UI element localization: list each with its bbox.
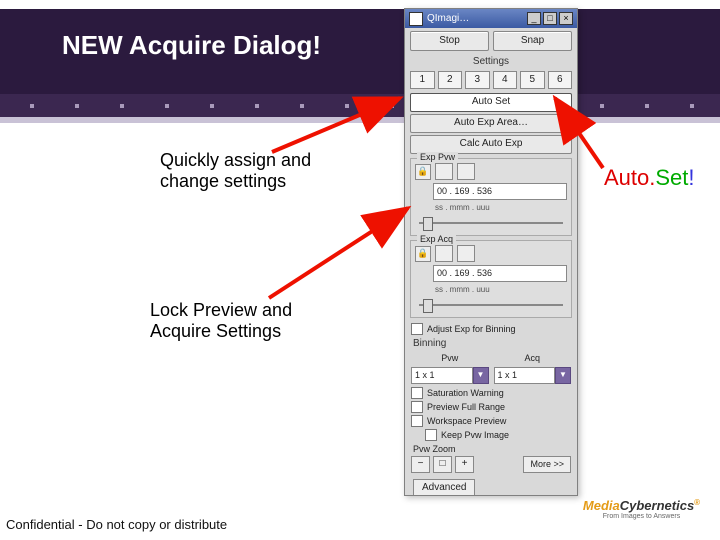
workspace-preview-checkbox[interactable]: Workspace Preview (405, 414, 577, 428)
lock-icon[interactable]: 🔒 (415, 246, 431, 262)
preset-3[interactable]: 3 (465, 71, 490, 89)
arrow-to-lock (269, 208, 408, 298)
exp-pvw-btn2[interactable] (457, 163, 475, 180)
binning-pvw-value: 1 x 1 (411, 367, 473, 384)
logo-text: MediaCybernetics® (579, 498, 704, 513)
exp-acquire-group: Exp Acq 🔒 00 . 169 . 536 ss . mmm . uuu (410, 240, 572, 318)
callout-autoset: Auto.Set! (604, 165, 695, 191)
pvw-label: Pvw (411, 353, 489, 363)
autoset-part1: Auto. (604, 165, 655, 190)
binning-labels-row: Pvw Acq (405, 351, 577, 365)
preset-1[interactable]: 1 (410, 71, 435, 89)
pvw-zoom-label: Pvw Zoom (405, 442, 577, 454)
saturation-warning-checkbox[interactable]: Saturation Warning (405, 386, 577, 400)
preset-buttons-row: 1 2 3 4 5 6 (405, 69, 577, 91)
zoom-out-button[interactable]: − (411, 456, 430, 473)
dialog-title: QImagi… (427, 13, 469, 24)
dialog-titlebar[interactable]: QImagi… _ □ × (405, 9, 577, 28)
exp-acq-btn1[interactable] (435, 245, 453, 262)
logo-tagline: From Images to Answers (579, 513, 704, 520)
exp-acq-time[interactable]: 00 . 169 . 536 (433, 265, 567, 282)
logo-cyber: Cybernetics (620, 498, 694, 513)
exp-acq-label: Exp Acq (417, 234, 456, 244)
keep-pvw-image-checkbox[interactable]: Keep Pvw Image (405, 428, 577, 442)
prev-full-label: Preview Full Range (427, 402, 505, 412)
snap-button[interactable]: Snap (493, 31, 572, 51)
sat-warn-label: Saturation Warning (427, 388, 504, 398)
binning-acq-value: 1 x 1 (494, 367, 556, 384)
exp-acq-slider[interactable] (417, 297, 565, 311)
exp-acq-btn2[interactable] (457, 245, 475, 262)
close-button[interactable]: × (559, 12, 573, 25)
binning-label: Binning (405, 336, 577, 351)
advanced-tab[interactable]: Advanced (413, 479, 475, 495)
exp-preview-group: Exp Pvw 🔒 00 . 169 . 536 ss . mmm . uuu (410, 158, 572, 236)
preset-5[interactable]: 5 (520, 71, 545, 89)
preset-2[interactable]: 2 (438, 71, 463, 89)
keep-pvw-label: Keep Pvw Image (441, 430, 509, 440)
callout-assign-settings: Quickly assign and change settings (160, 150, 360, 192)
dialog-tabs: Advanced (405, 477, 577, 495)
logo: MediaCybernetics® From Images to Answers (579, 498, 704, 520)
autoset-part2: Set (655, 165, 688, 190)
auto-exp-area-button[interactable]: Auto Exp Area… (410, 114, 572, 133)
more-button[interactable]: More >> (523, 456, 571, 473)
zoom-fit-button[interactable]: □ (433, 456, 452, 473)
settings-label: Settings (405, 54, 577, 69)
chevron-down-icon[interactable]: ▼ (555, 367, 571, 384)
exp-pvw-time[interactable]: 00 . 169 . 536 (433, 183, 567, 200)
exp-pvw-btn1[interactable] (435, 163, 453, 180)
acq-label: Acq (494, 353, 572, 363)
autoset-part3: ! (688, 165, 694, 190)
footer-text: Confidential - Do not copy or distribute (6, 517, 227, 532)
zoom-in-button[interactable]: + (455, 456, 474, 473)
exp-acq-units: ss . mmm . uuu (415, 285, 567, 294)
stop-button[interactable]: Stop (410, 31, 489, 51)
workspace-prev-label: Workspace Preview (427, 416, 506, 426)
decorative-dots (0, 99, 720, 113)
lock-icon[interactable]: 🔒 (415, 164, 431, 180)
preview-full-range-checkbox[interactable]: Preview Full Range (405, 400, 577, 414)
chevron-down-icon[interactable]: ▼ (473, 367, 489, 384)
auto-set-button[interactable]: Auto Set (410, 93, 572, 112)
adjust-exp-checkbox[interactable]: Adjust Exp for Binning (405, 322, 577, 336)
maximize-button[interactable]: □ (543, 12, 557, 25)
exp-pvw-label: Exp Pvw (417, 152, 458, 162)
exp-pvw-slider[interactable] (417, 215, 565, 229)
binning-pvw-select[interactable]: 1 x 1 ▼ (411, 367, 489, 384)
page-title: NEW Acquire Dialog! (62, 30, 321, 61)
callout-lock-settings: Lock Preview and Acquire Settings (150, 300, 350, 342)
minimize-button[interactable]: _ (527, 12, 541, 25)
binning-acq-select[interactable]: 1 x 1 ▼ (494, 367, 572, 384)
exp-pvw-units: ss . mmm . uuu (415, 203, 567, 212)
preset-4[interactable]: 4 (493, 71, 518, 89)
adjust-exp-label: Adjust Exp for Binning (427, 324, 516, 334)
acquire-dialog: QImagi… _ □ × Stop Snap Settings 1 2 3 4… (404, 8, 578, 496)
preset-6[interactable]: 6 (548, 71, 573, 89)
app-icon (409, 12, 423, 26)
logo-media: Media (583, 498, 620, 513)
divider-line (0, 117, 720, 123)
logo-reg: ® (694, 498, 700, 507)
